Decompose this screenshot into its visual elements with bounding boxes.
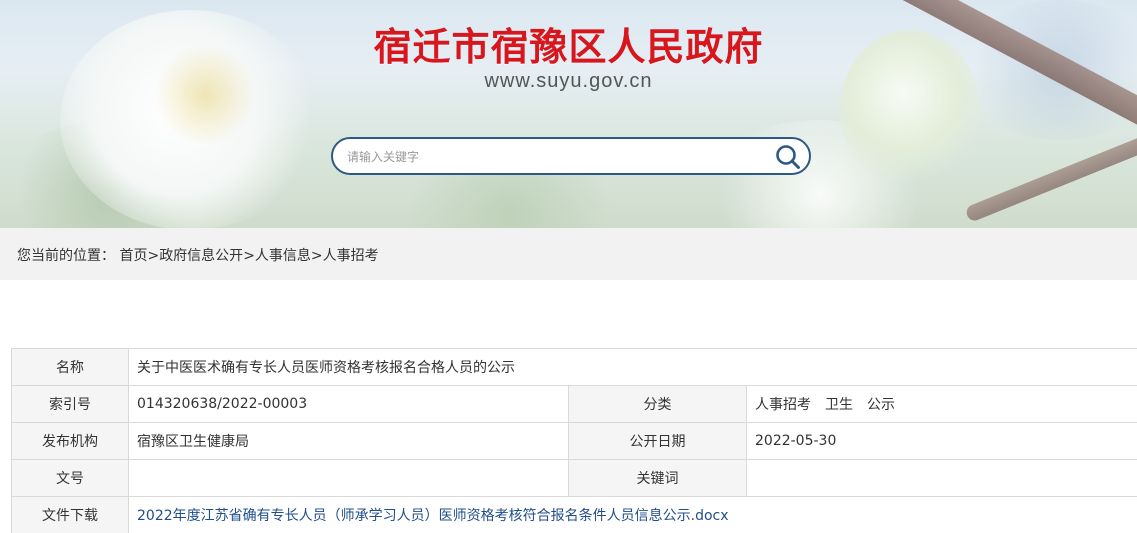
index-label: 索引号 bbox=[11, 385, 129, 423]
breadcrumb-bar: 您当前的位置： 首页>政府信息公开>人事信息>人事招考 bbox=[0, 228, 1137, 280]
category-value: 人事招考 卫生 公示 bbox=[745, 385, 1137, 423]
breadcrumb-personnel-info-link[interactable]: 人事信息 bbox=[255, 248, 311, 264]
document-info-table: 名称 关于中医医术确有专长人员医师资格考核报名合格人员的公示 索引号 01432… bbox=[11, 348, 1137, 533]
table-row: 文号 关键词 bbox=[11, 459, 1137, 497]
date-value: 2022-05-30 bbox=[745, 422, 1137, 460]
banner-branch-image bbox=[964, 133, 1137, 223]
docno-value bbox=[128, 459, 569, 497]
keywords-label: 关键词 bbox=[568, 459, 747, 497]
download-cell: 2022年度江苏省确有专长人员（师承学习人员）医师资格考核符合报名条件人员信息公… bbox=[127, 496, 1137, 533]
publisher-label: 发布机构 bbox=[11, 422, 129, 460]
download-file-link[interactable]: 2022年度江苏省确有专长人员（师承学习人员）医师资格考核符合报名条件人员信息公… bbox=[137, 508, 729, 524]
table-row: 名称 关于中医医术确有专长人员医师资格考核报名合格人员的公示 bbox=[11, 348, 1137, 386]
index-value: 014320638/2022-00003 bbox=[128, 385, 569, 423]
name-label: 名称 bbox=[11, 348, 129, 386]
breadcrumb-home-link[interactable]: 首页 bbox=[119, 248, 147, 264]
publisher-value: 宿豫区卫生健康局 bbox=[128, 422, 569, 460]
breadcrumb-separator: > bbox=[147, 248, 160, 264]
date-label: 公开日期 bbox=[568, 422, 747, 460]
site-title: 宿迁市宿豫区人民政府 bbox=[373, 25, 764, 69]
table-row: 索引号 014320638/2022-00003 分类 人事招考 卫生 公示 bbox=[11, 385, 1137, 423]
docno-label: 文号 bbox=[11, 459, 129, 497]
table-row: 文件下载 2022年度江苏省确有专长人员（师承学习人员）医师资格考核符合报名条件… bbox=[11, 496, 1137, 533]
breadcrumb-prefix: 您当前的位置： bbox=[17, 248, 115, 264]
search-box bbox=[331, 137, 811, 175]
search-icon[interactable] bbox=[775, 144, 801, 170]
breadcrumb-separator: > bbox=[243, 248, 255, 264]
breadcrumb-recruitment-link[interactable]: 人事招考 bbox=[323, 248, 379, 264]
header-banner: 宿迁市宿豫区人民政府 www.suyu.gov.cn bbox=[0, 0, 1137, 228]
download-label: 文件下载 bbox=[11, 496, 129, 533]
breadcrumb: 您当前的位置： 首页>政府信息公开>人事信息>人事招考 bbox=[17, 245, 379, 265]
keywords-value bbox=[745, 459, 1137, 497]
search-input[interactable] bbox=[347, 147, 747, 167]
breadcrumb-gov-info-link[interactable]: 政府信息公开 bbox=[159, 248, 243, 264]
breadcrumb-separator: > bbox=[310, 248, 323, 264]
category-label: 分类 bbox=[568, 385, 747, 423]
name-value: 关于中医医术确有专长人员医师资格考核报名合格人员的公示 bbox=[127, 348, 1137, 386]
table-row: 发布机构 宿豫区卫生健康局 公开日期 2022-05-30 bbox=[11, 422, 1137, 460]
site-url: www.suyu.gov.cn bbox=[484, 70, 653, 92]
